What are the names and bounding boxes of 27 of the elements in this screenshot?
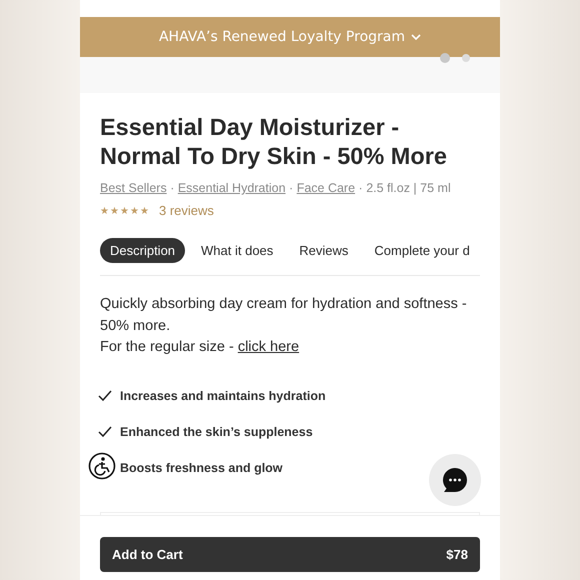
chevron-icon — [411, 34, 421, 40]
add-to-cart-button[interactable]: Add to Cart $78 — [100, 537, 480, 572]
tab[interactable]: What it does — [191, 238, 284, 263]
carousel-dot[interactable] — [462, 54, 470, 62]
regular-size-text: For the regular size - click here — [100, 338, 300, 357]
chat-bubble-icon — [442, 467, 468, 493]
star-icon: ★ — [130, 204, 139, 216]
star-icon: ★ — [110, 204, 119, 216]
tab[interactable]: Reviews — [289, 238, 358, 263]
banner-text: AHAVA’s Renewed Loyalty Program — [158, 29, 405, 45]
click-here-link[interactable]: click here — [238, 339, 300, 355]
benefit-text: Increases and maintains hydration — [120, 388, 326, 402]
benefit-text: Boosts freshness and glow — [120, 460, 283, 474]
carousel-dot[interactable] — [440, 53, 450, 63]
product-size: 2.5 fl.oz | 75 ml — [366, 181, 451, 195]
star-icon: ★ — [100, 204, 109, 216]
accessibility-icon[interactable] — [88, 452, 116, 480]
separator: · — [169, 181, 176, 195]
benefit-text: Enhanced the skin’s suppleness — [120, 424, 313, 438]
description-text: Quickly absorbing day cream for hydration and softness - 50% more. — [100, 295, 468, 336]
tab[interactable]: Description — [100, 238, 186, 263]
separator: · — [288, 181, 294, 195]
tab[interactable]: Complete your d — [364, 238, 480, 263]
product-title: Essential Day Moisturizer - Normal To Dry Skin - 50% More — [100, 113, 448, 171]
star-icon: ★ — [120, 204, 129, 216]
separator: · — [358, 181, 364, 195]
star-icon: ★ — [140, 204, 149, 216]
